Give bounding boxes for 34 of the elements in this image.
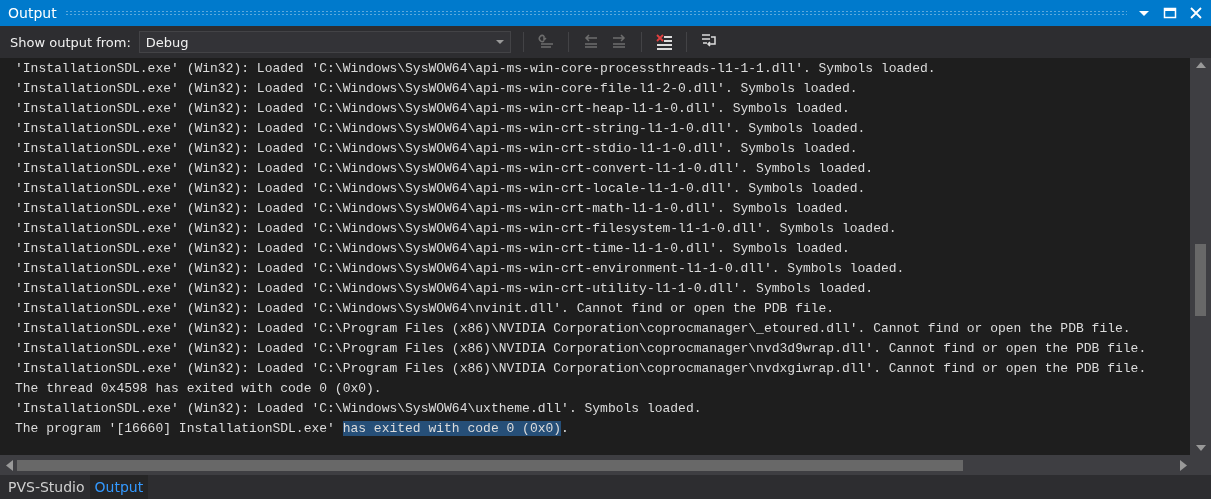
scroll-right-icon[interactable] bbox=[1180, 459, 1187, 471]
output-line: 'InstallationSDL.exe' (Win32): Loaded 'C:\Windows\SysWOW64\api-ms-win-crt-heap-l1-1-0.dll'. Symbols loaded. bbox=[15, 100, 851, 118]
output-line: 'InstallationSDL.exe' (Win32): Loaded 'C:\Windows\SysWOW64\api-ms-win-crt-convert-l1-1-0.dll'. Symbols loaded. bbox=[15, 160, 875, 178]
scroll-up-icon[interactable] bbox=[1195, 62, 1206, 68]
output-line: 'InstallationSDL.exe' (Win32): Loaded 'C:\Program Files (x86)\NVIDIA Corporation\coprocmanager\nvd3d9wrap.dll'. Cannot find or open the PDB file. bbox=[15, 340, 1148, 358]
clear-all-icon[interactable] bbox=[653, 32, 674, 52]
output-line: 'InstallationSDL.exe' (Win32): Loaded 'C:\Windows\SysWOW64\api-ms-win-crt-locale-l1-1-0.dll'. Symbols loaded. bbox=[15, 180, 867, 198]
output-line: 'InstallationSDL.exe' (Win32): Loaded 'C:\Windows\SysWOW64\api-ms-win-crt-filesystem-l1-1-0.dll'. Symbols loaded. bbox=[15, 220, 898, 238]
scroll-left-icon[interactable] bbox=[6, 459, 13, 471]
scrollbar-thumb[interactable] bbox=[17, 459, 963, 471]
output-line: 'InstallationSDL.exe' (Win32): Loaded 'C:\Windows\SysWOW64\api-ms-win-crt-utility-l1-1-0.dll'. Symbols loaded. bbox=[15, 280, 875, 298]
panel-tab[interactable]: Output bbox=[89, 475, 149, 499]
output-line: 'InstallationSDL.exe' (Win32): Loaded 'C:\Windows\SysWOW64\api-ms-win-crt-time-l1-1-0.dll'. Symbols loaded. bbox=[15, 240, 851, 258]
output-line: 'InstallationSDL.exe' (Win32): Loaded 'C:\Windows\SysWOW64\nvinit.dll'. Cannot find or open the PDB file. bbox=[15, 300, 836, 318]
output-line: 'InstallationSDL.exe' (Win32): Loaded 'C:\Windows\SysWOW64\api-ms-win-core-processthreads-l1-1-1.dll'. Symbols loaded. bbox=[15, 60, 937, 78]
output-line: 'InstallationSDL.exe' (Win32): Loaded 'C:\Windows\SysWOW64\api-ms-win-crt-stdio-l1-1-0.dll'. Symbols loaded. bbox=[15, 140, 859, 158]
output-line: 'InstallationSDL.exe' (Win32): Loaded 'C:\Windows\SysWOW64\api-ms-win-crt-environment-l1-1-0.dll'. Symbols loaded. bbox=[15, 260, 906, 278]
vertical-scrollbar[interactable] bbox=[1190, 58, 1211, 455]
window-title: Output bbox=[8, 5, 57, 21]
output-line: 'InstallationSDL.exe' (Win32): Loaded 'C:\Windows\SysWOW64\api-ms-win-core-file-l1-2-0.dll'. Symbols loaded. bbox=[15, 80, 859, 98]
output-line: 'InstallationSDL.exe' (Win32): Loaded 'C:\Program Files (x86)\NVIDIA Corporation\coprocmanager\_etoured.dll'. Cannot find or open the PDB file. bbox=[15, 320, 1132, 338]
output-line: 'InstallationSDL.exe' (Win32): Loaded 'C:\Windows\SysWOW64\uxtheme.dll'. Symbols loaded. bbox=[15, 400, 703, 418]
output-line: The thread 0x4598 has exited with code 0 (0x0). bbox=[15, 380, 383, 398]
output-line: 'InstallationSDL.exe' (Win32): Loaded 'C:\Program Files (x86)\NVIDIA Corporation\coprocmanager\nvdxgiwrap.dll'. Cannot find or open the PDB file. bbox=[15, 360, 1148, 378]
output-source-dropdown[interactable]: Debug bbox=[138, 31, 511, 53]
scroll-down-icon[interactable] bbox=[1195, 445, 1206, 451]
horizontal-scrollbar[interactable] bbox=[0, 455, 1211, 475]
scrollbar-thumb[interactable] bbox=[1195, 244, 1206, 316]
output-source-label: Show output from: bbox=[10, 34, 131, 50]
output-line: 'InstallationSDL.exe' (Win32): Loaded 'C:\Windows\SysWOW64\api-ms-win-crt-math-l1-1-0.dll'. Symbols loaded. bbox=[15, 200, 851, 218]
panel-tab[interactable]: PVS-Studio bbox=[3, 475, 90, 499]
output-line: 'InstallationSDL.exe' (Win32): Loaded 'C:\Windows\SysWOW64\api-ms-win-crt-string-l1-1-0.dll'. Symbols loaded. bbox=[15, 120, 867, 138]
output-line: The program '[16660] InstallationSDL.exe' has exited with code 0 (0x0). bbox=[15, 420, 570, 438]
caret-icon[interactable] bbox=[495, 39, 504, 45]
